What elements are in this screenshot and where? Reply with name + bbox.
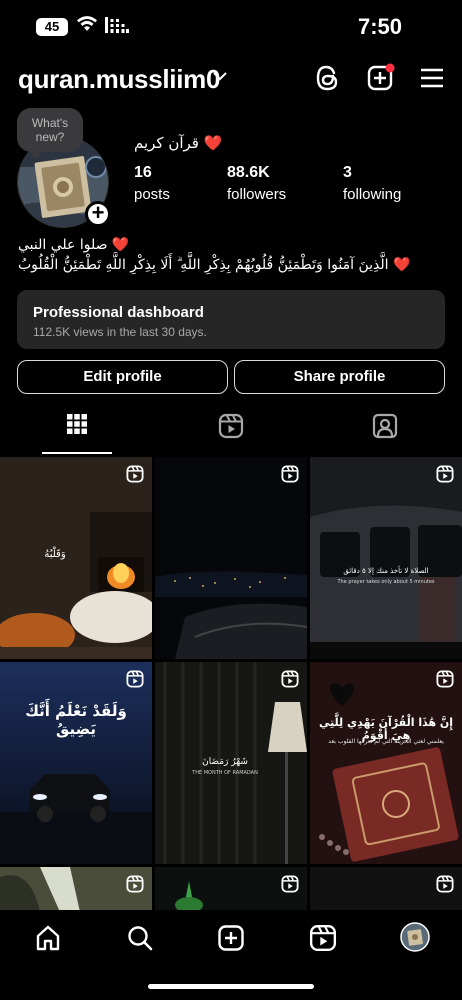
create-post-icon[interactable] <box>217 924 245 952</box>
stat-label: following <box>343 186 402 203</box>
post-caption: وَلَقَدْ نَعْلَمُ أَنَّكَ يَضِيقُ <box>25 702 127 738</box>
grid-post[interactable]: إِنَّ هَٰذَا الْقُرْآنَ يَهْدِي لِلَّتِي… <box>310 662 462 864</box>
dashboard-subtitle: 112.5K views in the last 30 days. <box>33 325 207 339</box>
grid-post[interactable] <box>310 867 462 912</box>
share-profile-button[interactable]: Share profile <box>234 360 445 394</box>
stat-posts[interactable]: 16 posts <box>134 164 170 203</box>
reels-nav-icon[interactable] <box>309 924 337 952</box>
menu-icon[interactable] <box>419 63 445 93</box>
reel-icon <box>436 875 454 893</box>
professional-dashboard[interactable]: Professional dashboard 112.5K views in t… <box>17 290 445 349</box>
grid-post[interactable] <box>155 457 307 659</box>
home-indicator <box>148 984 314 989</box>
stat-value: 16 <box>134 164 152 181</box>
post-caption: شَهْرُ رَمَضَانَ <box>202 757 248 767</box>
post-thumbnail <box>310 457 462 659</box>
active-tab-indicator <box>42 452 112 454</box>
grid-icon <box>67 414 87 434</box>
tab-tagged[interactable] <box>308 413 462 455</box>
stat-label: posts <box>134 186 170 203</box>
post-caption: الصلاة لا تأخذ منك إلا ٥ دقائق <box>343 567 429 575</box>
post-subcaption: يعلمني لغتي الحزينة التي لم تعرفها القلو… <box>328 738 444 745</box>
threads-icon[interactable] <box>314 63 342 93</box>
battery-indicator: 45 <box>36 18 68 36</box>
status-bar: 45 7:50 <box>0 0 462 56</box>
stat-followers[interactable]: 88.6K followers <box>227 164 286 203</box>
post-subcaption: The prayer takes only about 5 minutes <box>337 579 435 585</box>
reel-icon <box>436 670 454 688</box>
note-bubble-tail <box>32 150 40 158</box>
reel-icon <box>126 875 144 893</box>
reel-icon <box>281 670 299 688</box>
post-thumbnail <box>310 662 462 864</box>
tab-reels[interactable] <box>154 413 308 455</box>
dashboard-title: Professional dashboard <box>33 304 204 321</box>
home-icon[interactable] <box>34 924 62 952</box>
create-icon[interactable] <box>366 63 396 93</box>
tab-posts-grid[interactable] <box>0 413 154 455</box>
display-name: قرآن كريم ❤️ <box>134 134 223 152</box>
reel-icon <box>281 875 299 893</box>
chevron-down-icon[interactable] <box>212 70 228 82</box>
tagged-icon <box>372 413 398 439</box>
search-icon[interactable] <box>126 924 154 952</box>
reel-icon <box>281 465 299 483</box>
post-caption: وَقَلْبُهُ <box>44 549 66 560</box>
profile-header: quran.mussliim0 <box>0 60 462 100</box>
grid-post[interactable] <box>0 867 152 912</box>
grid-post[interactable]: وَقَلْبُهُ <box>0 457 152 659</box>
post-thumbnail <box>155 457 307 659</box>
wifi-icon <box>77 16 97 31</box>
grid-post[interactable]: شَهْرُ رَمَضَانَ THE MONTH OF RAMADAN <box>155 662 307 864</box>
bio-line-1: صلوا علي النبي ❤️ <box>18 237 130 253</box>
stat-value: 88.6K <box>227 164 270 181</box>
notification-dot <box>385 63 395 73</box>
edit-profile-button[interactable]: Edit profile <box>17 360 228 394</box>
username-switcher[interactable]: quran.mussliim0 <box>18 64 220 95</box>
signal-icon <box>105 17 129 33</box>
post-thumbnail <box>0 662 152 864</box>
reel-icon <box>436 465 454 483</box>
stat-label: followers <box>227 186 287 203</box>
clock: 7:50 <box>357 14 402 39</box>
grid-post[interactable]: وَلَقَدْ نَعْلَمُ أَنَّكَ يَضِيقُ <box>0 662 152 864</box>
add-story-button[interactable]: + <box>85 201 111 227</box>
stat-value: 3 <box>343 164 352 181</box>
profile-avatar[interactable] <box>400 922 430 952</box>
reel-icon <box>126 670 144 688</box>
grid-post[interactable]: الصلاة لا تأخذ منك إلا ٥ دقائق The praye… <box>310 457 462 659</box>
bio-line-2: الَّذِينَ آمَنُوا وَتَطْمَئِنُّ قُلُوبُه… <box>18 257 411 273</box>
grid-post[interactable] <box>155 867 307 912</box>
reel-icon <box>126 465 144 483</box>
stat-following[interactable]: 3 following <box>343 164 401 203</box>
reels-icon <box>218 413 244 439</box>
post-subcaption: THE MONTH OF RAMADAN <box>192 770 258 776</box>
note-bubble[interactable]: What's new? <box>17 108 83 152</box>
